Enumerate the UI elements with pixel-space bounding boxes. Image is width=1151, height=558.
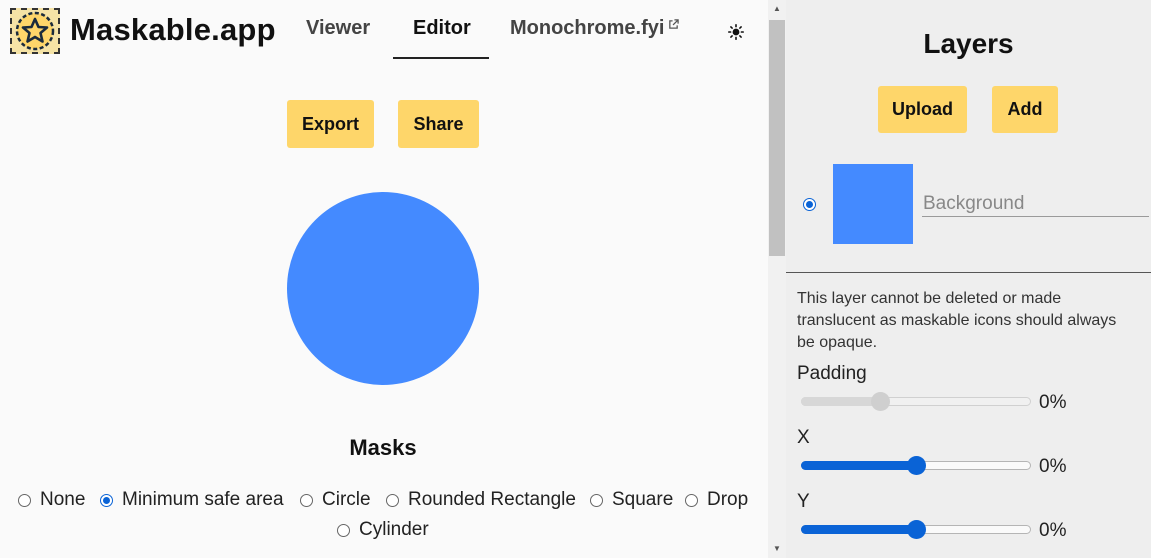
slider-fill — [801, 461, 915, 470]
mask-option-square[interactable]: Square — [590, 489, 673, 511]
scroll-down-arrow-icon[interactable]: ▼ — [768, 540, 786, 556]
tab-monochrome-label: Monochrome.fyi — [510, 17, 665, 39]
active-tab-indicator — [393, 57, 489, 59]
slider-fill — [801, 525, 915, 534]
layers-panel: Layers Upload Add This layer cannot be d… — [786, 0, 1151, 558]
mask-option-drop[interactable]: Drop — [685, 489, 748, 511]
tab-viewer[interactable]: Viewer — [306, 17, 370, 40]
y-slider[interactable] — [801, 520, 1031, 539]
mask-radio[interactable] — [590, 493, 603, 507]
scrollbar-thumb[interactable] — [769, 20, 785, 256]
icon-preview — [287, 192, 479, 385]
x-value: 0% — [1039, 456, 1067, 477]
layer-select-radio[interactable] — [803, 198, 816, 211]
external-link-icon — [669, 19, 680, 29]
star-badge-icon — [15, 11, 55, 51]
padding-value: 0% — [1039, 392, 1067, 413]
slider-thumb[interactable] — [907, 456, 926, 475]
share-button[interactable]: Share — [398, 100, 479, 148]
mask-radio[interactable] — [386, 493, 399, 507]
masks-title: Masks — [349, 435, 417, 460]
mask-radio[interactable] — [100, 493, 113, 507]
app-title[interactable]: Maskable.app — [70, 12, 276, 48]
export-button[interactable]: Export — [287, 100, 374, 148]
sun-icon — [728, 24, 744, 40]
mask-option-label: Minimum safe area — [122, 489, 284, 510]
slider-fill — [801, 397, 879, 406]
mask-option-none[interactable]: None — [18, 489, 85, 511]
mask-option-label: Square — [612, 489, 674, 510]
mask-option-rounded-rectangle[interactable]: Rounded Rectangle — [386, 489, 576, 511]
slider-thumb[interactable] — [870, 392, 890, 411]
layers-title: Layers — [923, 28, 1014, 59]
tab-monochrome[interactable]: Monochrome.fyi — [510, 17, 680, 40]
layer-divider — [786, 272, 1151, 273]
slider-thumb[interactable] — [907, 520, 926, 539]
padding-slider[interactable] — [801, 392, 1031, 411]
mask-radio[interactable] — [300, 493, 313, 507]
layer-name-input[interactable] — [922, 191, 1149, 217]
y-value: 0% — [1039, 520, 1067, 541]
add-layer-button[interactable]: Add — [992, 86, 1058, 133]
theme-toggle-button[interactable] — [724, 20, 748, 44]
mask-option-cylinder[interactable]: Cylinder — [337, 519, 429, 541]
layer-thumbnail[interactable] — [833, 164, 913, 244]
x-label: X — [797, 427, 810, 448]
mask-radio[interactable] — [18, 493, 31, 507]
layer-note: This layer cannot be deleted or made tra… — [797, 290, 1117, 351]
mask-option-minimum-safe-area[interactable]: Minimum safe area — [100, 489, 284, 511]
editor-pane: Maskable.app Viewer Editor Monochrome.fy… — [0, 0, 768, 558]
mask-option-label: Rounded Rectangle — [408, 489, 576, 510]
mask-option-circle[interactable]: Circle — [300, 489, 371, 511]
padding-label: Padding — [797, 363, 867, 384]
mask-option-label: None — [40, 489, 86, 510]
mask-option-label: Drop — [707, 489, 749, 510]
x-slider[interactable] — [801, 456, 1031, 475]
app-logo[interactable] — [10, 8, 60, 54]
y-label: Y — [797, 491, 810, 512]
mask-option-label: Cylinder — [359, 519, 429, 540]
mask-option-label: Circle — [322, 489, 371, 510]
mask-radio[interactable] — [337, 523, 350, 537]
mask-radio[interactable] — [685, 493, 698, 507]
scroll-up-arrow-icon[interactable]: ▲ — [768, 0, 786, 16]
tab-editor[interactable]: Editor — [413, 17, 471, 40]
editor-scrollbar[interactable]: ▲ ▼ — [768, 0, 786, 558]
upload-button[interactable]: Upload — [878, 86, 967, 133]
